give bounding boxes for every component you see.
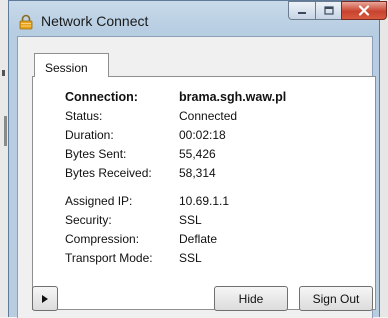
close-button[interactable] bbox=[341, 1, 387, 20]
caption-buttons bbox=[288, 1, 387, 21]
bytes-received-label: Bytes Received: bbox=[65, 166, 152, 180]
maximize-button[interactable] bbox=[315, 1, 341, 20]
desktop-mark bbox=[2, 70, 5, 76]
minimize-icon bbox=[298, 11, 306, 14]
padlock-icon bbox=[19, 14, 33, 30]
assigned-ip-value: 10.69.1.1 bbox=[179, 194, 230, 208]
bytes-sent-value: 55,426 bbox=[179, 147, 216, 161]
duration-value: 00:02:18 bbox=[179, 128, 226, 142]
play-arrow-icon bbox=[42, 294, 48, 303]
network-connect-window: Network Connect Session Connection: bram… bbox=[8, 0, 387, 318]
connection-label: Connection: bbox=[65, 90, 138, 104]
status-label: Status: bbox=[65, 109, 103, 123]
maximize-icon bbox=[323, 6, 334, 15]
desktop-background-right bbox=[380, 0, 388, 317]
minimize-button[interactable] bbox=[288, 1, 315, 20]
transport-mode-label: Transport Mode: bbox=[65, 251, 153, 265]
desktop-bar bbox=[4, 116, 7, 146]
hide-button[interactable]: Hide bbox=[214, 286, 288, 311]
status-value: Connected bbox=[179, 109, 238, 123]
duration-label: Duration: bbox=[65, 128, 114, 142]
assigned-ip-label: Assigned IP: bbox=[65, 194, 133, 208]
tab-session[interactable]: Session bbox=[34, 53, 109, 77]
window-title: Network Connect bbox=[41, 13, 149, 29]
compression-value: Deflate bbox=[179, 232, 218, 246]
compression-label: Compression: bbox=[65, 232, 140, 246]
bytes-sent-label: Bytes Sent: bbox=[65, 147, 127, 161]
bytes-received-value: 58,314 bbox=[179, 166, 216, 180]
session-panel: Connection: brama.sgh.waw.pl Status: Con… bbox=[32, 76, 376, 310]
close-icon bbox=[358, 5, 370, 16]
security-label: Security: bbox=[65, 213, 112, 227]
window-client-area: Session Connection: brama.sgh.waw.pl Sta… bbox=[17, 36, 376, 318]
title-bar[interactable]: Network Connect bbox=[9, 1, 387, 35]
sign-out-button[interactable]: Sign Out bbox=[299, 286, 373, 311]
desktop-background-left bbox=[0, 0, 8, 317]
security-value: SSL bbox=[179, 213, 202, 227]
connection-value: brama.sgh.waw.pl bbox=[179, 90, 287, 104]
expand-button[interactable] bbox=[32, 286, 58, 311]
transport-mode-value: SSL bbox=[179, 251, 202, 265]
